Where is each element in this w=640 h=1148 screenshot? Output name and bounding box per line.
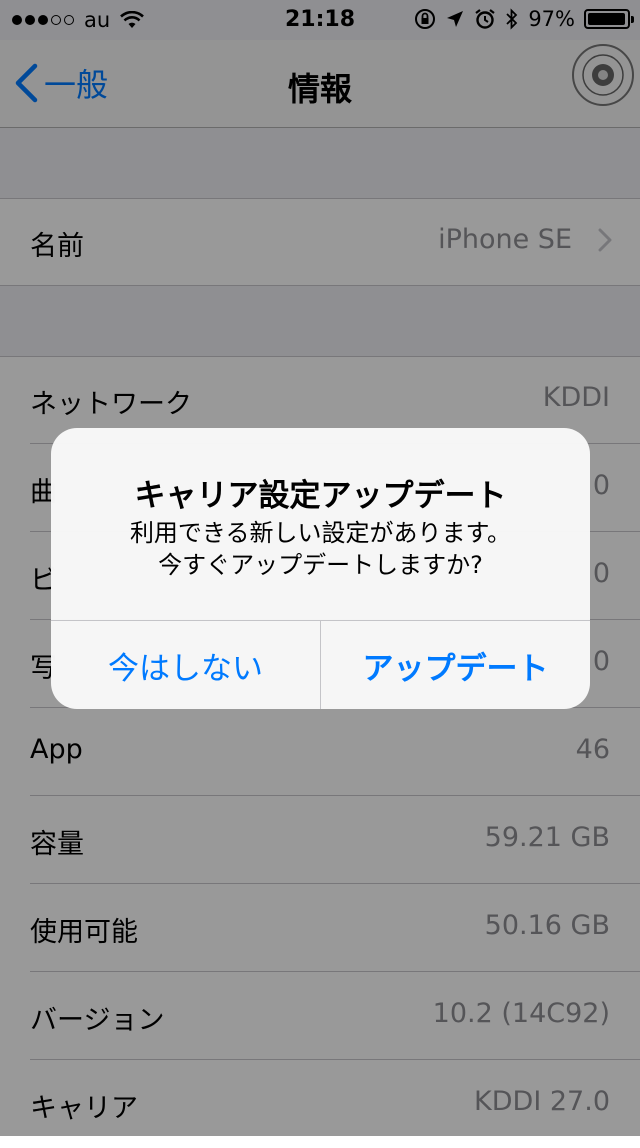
alert-message-line: 今すぐアップデートしますか? bbox=[158, 551, 483, 579]
alert-message: 利用できる新しい設定があります。 今すぐアップデートしますか? bbox=[51, 517, 590, 581]
alert-title: キャリア設定アップデート bbox=[134, 478, 507, 514]
settings-about-screen: au 21:18 97% 一般 情報 名前 iPhone SE ネットワーク K… bbox=[0, 0, 640, 1148]
alert-button-row: 今はしない アップデート bbox=[51, 620, 590, 709]
not-now-button[interactable]: 今はしない bbox=[51, 621, 320, 709]
alert-message-line: 利用できる新しい設定があります。 bbox=[129, 519, 512, 547]
update-button[interactable]: アップデート bbox=[320, 621, 590, 709]
carrier-update-alert: キャリア設定アップデート 利用できる新しい設定があります。 今すぐアップデートし… bbox=[51, 428, 590, 709]
